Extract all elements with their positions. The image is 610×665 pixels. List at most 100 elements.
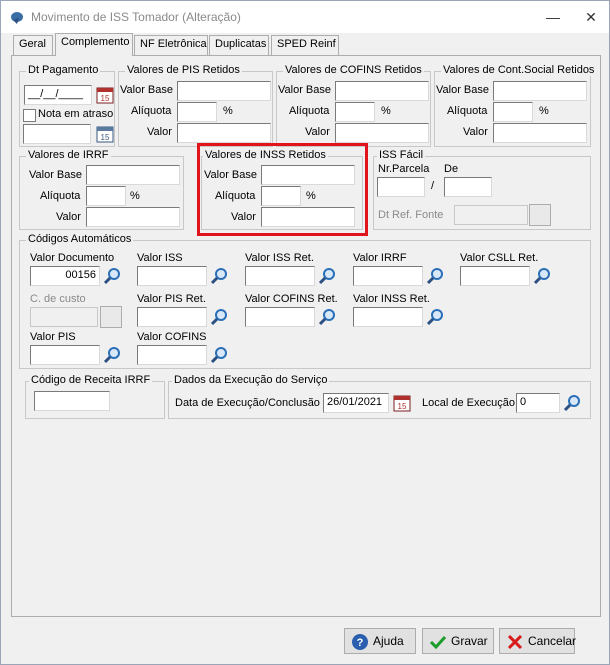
tab-label: NF Eletrônica — [140, 38, 207, 50]
csll-valor-input[interactable] — [493, 123, 587, 143]
window-title: Movimento de ISS Tomador (Alteração) — [31, 10, 241, 24]
valor-iss-ret-input[interactable] — [245, 266, 315, 286]
legend-pis: Valores de PIS Retidos — [125, 64, 242, 76]
valor-pis-label: Valor PIS — [30, 331, 76, 343]
valor-inss-ret-input[interactable] — [353, 307, 423, 327]
ajuda-label: Ajuda — [373, 634, 404, 648]
csll-pct-label: % — [539, 105, 549, 117]
cancelar-label: Cancelar — [528, 634, 577, 648]
valor-irrf-label: Valor IRRF — [353, 252, 407, 264]
legend-receita: Código de Receita IRRF — [29, 374, 153, 386]
valor-cofins-ret-input[interactable] — [245, 307, 315, 327]
gravar-label: Gravar — [451, 634, 488, 648]
svg-text:15: 15 — [101, 94, 110, 103]
pis-aliquota-input[interactable] — [177, 102, 217, 122]
title-bar: Movimento de ISS Tomador (Alteração) — ✕ — [1, 1, 609, 33]
c-custo-input — [30, 307, 98, 327]
data-execucao-input[interactable]: 26/01/2021 — [323, 393, 389, 413]
data-execucao-label: Data de Execução/Conclusão — [175, 397, 320, 409]
magnifier-icon[interactable] — [532, 266, 552, 286]
cofins-valor-input[interactable] — [335, 123, 429, 143]
pis-valor-input[interactable] — [177, 123, 271, 143]
magnifier-icon[interactable] — [209, 266, 229, 286]
valor-pis-ret-input[interactable] — [137, 307, 207, 327]
cofins-base-input[interactable] — [335, 81, 429, 101]
valor-iss-label: Valor ISS — [137, 252, 183, 264]
legend-iss-facil: ISS Fácil — [377, 149, 426, 161]
magnifier-icon[interactable] — [209, 307, 229, 327]
de-input[interactable] — [444, 177, 492, 197]
tab-label: Geral — [19, 38, 46, 50]
minimize-icon[interactable]: — — [541, 7, 565, 27]
local-execucao-label: Local de Execução — [422, 397, 515, 409]
magnifier-icon[interactable] — [102, 266, 122, 286]
cofins-aliquota-label: Alíquota — [289, 105, 330, 117]
calendar-icon[interactable]: 15 — [96, 125, 114, 143]
c-custo-button[interactable] — [100, 306, 122, 328]
codigo-receita-input[interactable] — [34, 391, 110, 411]
nota-em-atraso-label: Nota em atraso — [38, 108, 114, 120]
valor-documento-input[interactable]: 00156 — [30, 266, 100, 286]
magnifier-icon[interactable] — [102, 345, 122, 365]
cancelar-button[interactable]: Cancelar — [499, 628, 577, 654]
app-icon — [11, 12, 23, 24]
tab-label: SPED Reinf — [277, 38, 336, 50]
nr-parcela-input[interactable] — [377, 177, 425, 197]
dt-ref-fonte-button[interactable] — [529, 204, 551, 226]
irrf-valor-label: Valor — [56, 211, 81, 223]
dt-ref-fonte-input — [454, 205, 528, 225]
valor-irrf-input[interactable] — [353, 266, 423, 286]
ajuda-button[interactable]: ? Ajuda — [344, 628, 416, 654]
tab-label: Complemento — [61, 36, 130, 48]
help-icon: ? — [352, 634, 368, 650]
dialog-window: Movimento de ISS Tomador (Alteração) — ✕… — [0, 0, 610, 665]
cofins-pct-label: % — [381, 105, 391, 117]
nota-em-atraso-date[interactable] — [23, 124, 91, 144]
calendar-icon[interactable]: 15 — [96, 86, 114, 104]
valor-documento-label: Valor Documento — [30, 252, 115, 264]
calendar-icon[interactable]: 15 — [393, 394, 411, 412]
magnifier-icon[interactable] — [317, 266, 337, 286]
c-custo-label: C. de custo — [30, 293, 86, 305]
gravar-button[interactable]: Gravar — [422, 628, 494, 654]
irrf-aliquota-input[interactable] — [86, 186, 126, 206]
csll-base-input[interactable] — [493, 81, 587, 101]
magnifier-icon[interactable] — [209, 345, 229, 365]
tab-sped-reinf[interactable]: SPED Reinf — [271, 35, 339, 55]
magnifier-icon[interactable] — [425, 266, 445, 286]
magnifier-icon[interactable] — [425, 307, 445, 327]
tab-label: Duplicatas — [215, 38, 267, 50]
local-execucao-input[interactable]: 0 — [516, 393, 560, 413]
irrf-base-label: Valor Base — [29, 169, 82, 181]
irrf-valor-input[interactable] — [86, 207, 180, 227]
tab-geral[interactable]: Geral — [13, 35, 53, 55]
valor-inss-ret-label: Valor INSS Ret. — [353, 293, 430, 305]
cofins-valor-label: Valor — [305, 126, 330, 138]
pis-base-input[interactable] — [177, 81, 271, 101]
check-icon — [429, 635, 447, 650]
csll-aliquota-input[interactable] — [493, 102, 533, 122]
valor-csll-ret-label: Valor CSLL Ret. — [460, 252, 539, 264]
dt-pagamento-input[interactable]: __/__/____ — [24, 85, 92, 105]
magnifier-icon[interactable] — [317, 307, 337, 327]
tab-duplicatas[interactable]: Duplicatas — [209, 35, 269, 55]
cofins-aliquota-input[interactable] — [335, 102, 375, 122]
dt-ref-fonte-label: Dt Ref. Fonte — [378, 209, 444, 221]
valor-pis-input[interactable] — [30, 345, 100, 365]
valor-iss-input[interactable] — [137, 266, 207, 286]
valor-csll-ret-input[interactable] — [460, 266, 530, 286]
tab-nf-eletronica[interactable]: NF Eletrônica — [134, 35, 208, 55]
legend-irrf: Valores de IRRF — [26, 149, 111, 161]
tab-complemento[interactable]: Complemento — [55, 33, 133, 56]
legend-cofins: Valores de COFINS Retidos — [283, 64, 424, 76]
nota-em-atraso-checkbox[interactable] — [23, 109, 36, 122]
legend-codigos: Códigos Automáticos — [26, 233, 134, 245]
magnifier-icon[interactable] — [562, 393, 582, 413]
svg-text:?: ? — [357, 637, 364, 649]
csll-base-label: Valor Base — [436, 84, 489, 96]
irrf-base-input[interactable] — [86, 165, 180, 185]
close-icon[interactable]: ✕ — [579, 7, 603, 27]
valor-cofins-input[interactable] — [137, 345, 207, 365]
irrf-aliquota-label: Alíquota — [40, 190, 81, 202]
cancel-x-icon — [507, 634, 523, 650]
